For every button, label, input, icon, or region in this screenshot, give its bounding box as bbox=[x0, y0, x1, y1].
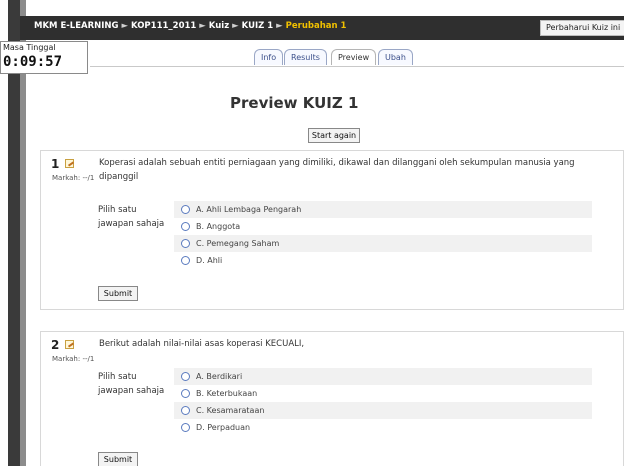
edit-pencil-icon[interactable] bbox=[65, 340, 74, 349]
submit-button[interactable]: Submit bbox=[98, 452, 138, 466]
radio-button-icon[interactable] bbox=[181, 372, 190, 381]
answer-options: A. Berdikari B. Keterbukaan C. Kesamarat… bbox=[174, 368, 592, 436]
question-text: Berikut adalah nilai-nilai asas koperasi… bbox=[99, 339, 305, 349]
answer-option[interactable]: D. Perpaduan bbox=[174, 419, 592, 436]
navigation-bar: MKM E-LEARNING ► KOP111_2011 ► Kuiz ► KU… bbox=[20, 16, 624, 40]
breadcrumb-separator: ► bbox=[232, 21, 239, 31]
option-label: D. Perpaduan bbox=[196, 423, 251, 432]
breadcrumb-separator: ► bbox=[121, 21, 129, 31]
option-label: A. Ahli Lembaga Pengarah bbox=[196, 205, 302, 214]
question-2: 2 Markah: --/1 Berikut adalah nilai-nila… bbox=[40, 331, 624, 466]
breadcrumb-separator: ► bbox=[199, 21, 206, 31]
question-1: 1 Markah: --/1 Koperasi adalah sebuah en… bbox=[40, 150, 624, 310]
breadcrumb: MKM E-LEARNING ► KOP111_2011 ► Kuiz ► KU… bbox=[34, 21, 346, 31]
option-label: D. Ahli bbox=[196, 256, 223, 265]
tab-ubah[interactable]: Ubah bbox=[378, 49, 413, 65]
timer-value: 0:09:57 bbox=[3, 54, 63, 70]
time-remaining-box: Masa Tinggal 0:09:57 bbox=[0, 41, 88, 74]
question-mark: Markah: --/1 bbox=[52, 355, 95, 363]
start-again-button[interactable]: Start again bbox=[308, 128, 360, 143]
question-number: 1 bbox=[51, 157, 60, 171]
answer-option[interactable]: A. Ahli Lembaga Pengarah bbox=[174, 201, 592, 218]
answer-option[interactable]: A. Berdikari bbox=[174, 368, 592, 385]
breadcrumb-quiz[interactable]: KUIZ 1 bbox=[242, 21, 274, 31]
answer-prompt: Pilih satu jawapan sahaja bbox=[98, 372, 165, 396]
quiz-preview-page: MKM E-LEARNING ► KOP111_2011 ► Kuiz ► KU… bbox=[0, 0, 624, 466]
option-label: A. Berdikari bbox=[196, 372, 243, 381]
answer-option[interactable]: C. Pemegang Saham bbox=[174, 235, 592, 252]
timer-label: Masa Tinggal bbox=[3, 43, 56, 52]
radio-button-icon[interactable] bbox=[181, 423, 190, 432]
tab-preview[interactable]: Preview bbox=[331, 49, 377, 65]
answer-option[interactable]: C. Kesamarataan bbox=[174, 402, 592, 419]
radio-button-icon[interactable] bbox=[181, 406, 190, 415]
breadcrumb-separator: ► bbox=[276, 21, 283, 31]
tab-divider bbox=[90, 66, 624, 67]
breadcrumb-current: Perubahan 1 bbox=[285, 21, 347, 31]
answer-option[interactable]: B. Keterbukaan bbox=[174, 385, 592, 402]
option-label: B. Anggota bbox=[196, 222, 241, 231]
answer-prompt: Pilih satu jawapan sahaja bbox=[98, 205, 165, 229]
option-label: B. Keterbukaan bbox=[196, 389, 258, 398]
option-label: C. Kesamarataan bbox=[196, 406, 265, 415]
radio-button-icon[interactable] bbox=[181, 256, 190, 265]
breadcrumb-site[interactable]: MKM E-LEARNING bbox=[34, 21, 119, 31]
question-mark: Markah: --/1 bbox=[52, 174, 95, 182]
tab-info[interactable]: Info bbox=[254, 49, 284, 65]
answer-option[interactable]: D. Ahli bbox=[174, 252, 592, 269]
update-quiz-button[interactable]: Perbaharui Kuiz ini bbox=[540, 20, 624, 36]
answer-option[interactable]: B. Anggota bbox=[174, 218, 592, 235]
tab-results[interactable]: Results bbox=[284, 49, 327, 65]
breadcrumb-course[interactable]: KOP111_2011 bbox=[131, 21, 196, 31]
answer-options: A. Ahli Lembaga Pengarah B. Anggota C. P… bbox=[174, 201, 592, 269]
submit-button[interactable]: Submit bbox=[98, 286, 138, 301]
breadcrumb-quizzes[interactable]: Kuiz bbox=[209, 21, 229, 31]
edit-pencil-icon[interactable] bbox=[65, 159, 74, 168]
question-text: Koperasi adalah sebuah entiti perniagaan… bbox=[99, 158, 575, 182]
radio-button-icon[interactable] bbox=[181, 222, 190, 231]
page-title: Preview KUIZ 1 bbox=[230, 94, 359, 112]
radio-button-icon[interactable] bbox=[181, 239, 190, 248]
question-number: 2 bbox=[51, 338, 60, 352]
radio-button-icon[interactable] bbox=[181, 389, 190, 398]
option-label: C. Pemegang Saham bbox=[196, 239, 280, 248]
radio-button-icon[interactable] bbox=[181, 205, 190, 214]
